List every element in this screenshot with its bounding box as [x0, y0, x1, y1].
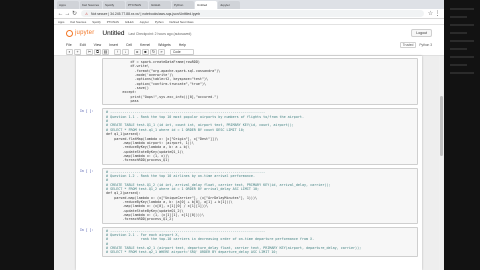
- screen-recording-frame: Apps Kaz Sources Spotify PTC/NAS GitHub Pytho…: [0, 0, 480, 270]
- notebook-toolbar: ▪ + ✂ ⧉ ▤ ↑ ↓ ▸ ■ ↻ » Code: [54, 48, 444, 56]
- bookmark-item[interactable]: PTC/NAS: [107, 20, 119, 24]
- bookmark-item[interactable]: GitHub: [125, 20, 134, 24]
- browser-tab-bar: Apps Kaz Sources Spotify PTC/NAS GitHub Pytho…: [54, 0, 444, 9]
- trusted-badge[interactable]: Trusted: [399, 41, 417, 48]
- menu-widgets[interactable]: Widgets: [158, 43, 171, 47]
- browser-tab[interactable]: Jupyter: [218, 1, 240, 9]
- jupyter-header: jupyter Untitled Last Checkpoint: 2 hour…: [54, 25, 444, 41]
- checkpoint-status: Last Checkpoint: 2 hours ago (autosaved): [128, 32, 192, 36]
- bookmark-item[interactable]: Defined Next Class: [170, 20, 194, 24]
- cell-input[interactable]: df = spark.createDataFrame(rowRDD) df.wr…: [102, 58, 418, 106]
- back-icon[interactable]: ←: [57, 9, 64, 19]
- browser-window: Apps Kaz Sources Spotify PTC/NAS GitHub Pytho…: [54, 0, 444, 270]
- left-dark-border: [0, 0, 54, 270]
- menu-help[interactable]: Help: [179, 43, 186, 47]
- code-cell[interactable]: In [ ]: # -------------------------------…: [80, 226, 418, 257]
- code-line: # SELECT * FROM test.q2_1 WHERE airport=…: [106, 250, 278, 255]
- bookmark-item[interactable]: Spotify: [92, 20, 101, 24]
- browser-tab[interactable]: PTC/NAS: [126, 1, 148, 9]
- browser-tab[interactable]: Python: [172, 1, 194, 9]
- cell-prompt: In [ ]:: [80, 168, 94, 173]
- move-up-button[interactable]: ↑: [114, 48, 121, 55]
- kernel-indicator: Python 3: [419, 42, 432, 47]
- menu-edit[interactable]: Edit: [80, 43, 86, 47]
- jupyter-logo-text: jupyter: [75, 30, 95, 36]
- bookmark-item[interactable]: Python: [155, 20, 164, 24]
- cell-input[interactable]: # --------------------------------------…: [102, 108, 418, 165]
- scrollbar-thumb[interactable]: [439, 96, 443, 156]
- move-down-button[interactable]: ↓: [122, 48, 129, 55]
- not-secure-icon: ⚠: [85, 11, 89, 16]
- paste-button[interactable]: ▤: [102, 48, 109, 55]
- code-line: .foreachRDD(process_Q1_2): [106, 217, 174, 222]
- background-window-ghost: [448, 2, 476, 266]
- code-cell[interactable]: In [ ]: # -------------------------------…: [80, 108, 418, 165]
- bookmark-item[interactable]: Kaz Sources: [70, 20, 86, 24]
- stop-button[interactable]: ■: [142, 48, 149, 55]
- bookmark-item[interactable]: Jupyter: [140, 20, 149, 24]
- copy-button[interactable]: ⧉: [94, 48, 101, 55]
- browser-tab[interactable]: Spotify: [103, 1, 125, 9]
- code-line: .foreachRDD(process_Q1): [106, 158, 170, 163]
- cell-prompt: [80, 58, 102, 105]
- reload-icon[interactable]: ↻: [71, 9, 78, 19]
- restart-button[interactable]: ↻: [150, 48, 157, 55]
- notebook-scroll-area[interactable]: df = spark.createDataFrame(rowRDD) df.wr…: [54, 56, 444, 270]
- cut-button[interactable]: ✂: [86, 48, 93, 55]
- url-text: Not secure | 34.245.77.88.xx.xx/ | noteb…: [91, 11, 201, 16]
- fast-forward-button[interactable]: »: [158, 48, 165, 55]
- add-cell-button[interactable]: +: [74, 48, 81, 55]
- logout-button[interactable]: Logout: [411, 29, 432, 37]
- forward-icon[interactable]: →: [64, 9, 71, 19]
- cell-prompt: In [ ]:: [80, 227, 94, 232]
- menu-file[interactable]: File: [66, 43, 72, 47]
- address-bar-row: ← → ↻ ⚠ Not secure | 34.245.77.88.xx.xx/…: [54, 9, 444, 19]
- url-field[interactable]: ⚠ Not secure | 34.245.77.88.xx.xx/ | not…: [81, 10, 424, 17]
- cell-type-select[interactable]: Code: [170, 48, 194, 55]
- browser-tab[interactable]: Untitled: [195, 1, 217, 9]
- code-line: pass: [106, 99, 139, 104]
- cell-prompt: In [ ]:: [80, 109, 94, 114]
- cell-input[interactable]: # --------------------------------------…: [102, 226, 418, 257]
- bookmark-item[interactable]: Apps: [58, 20, 64, 24]
- cell-input[interactable]: # --------------------------------------…: [102, 167, 418, 224]
- menu-cell[interactable]: Cell: [126, 43, 132, 47]
- menu-view[interactable]: View: [94, 43, 102, 47]
- code-cell[interactable]: In [ ]: # -------------------------------…: [80, 167, 418, 224]
- jupyter-logo-icon: [66, 29, 73, 37]
- browser-tab[interactable]: Kaz Sources: [80, 1, 102, 9]
- notebook-page: df = spark.createDataFrame(rowRDD) df.wr…: [76, 56, 422, 270]
- star-icon[interactable]: ☆: [427, 9, 434, 19]
- notebook-title[interactable]: Untitled: [102, 30, 124, 37]
- menu-icon[interactable]: ⋮: [434, 9, 441, 19]
- run-button[interactable]: ▸: [134, 48, 141, 55]
- menu-insert[interactable]: Insert: [109, 43, 118, 47]
- code-cell[interactable]: df = spark.createDataFrame(rowRDD) df.wr…: [80, 58, 418, 106]
- menu-kernel[interactable]: Kernel: [140, 43, 150, 47]
- browser-tab[interactable]: GitHub: [149, 1, 171, 9]
- notebook-menubar: File Edit View Insert Cell Kernel Widgets Help T…: [54, 41, 444, 48]
- right-dark-border: [444, 0, 480, 270]
- save-button[interactable]: ▪: [66, 48, 73, 55]
- vertical-scrollbar[interactable]: [439, 56, 443, 270]
- jupyter-logo[interactable]: jupyter: [66, 29, 102, 37]
